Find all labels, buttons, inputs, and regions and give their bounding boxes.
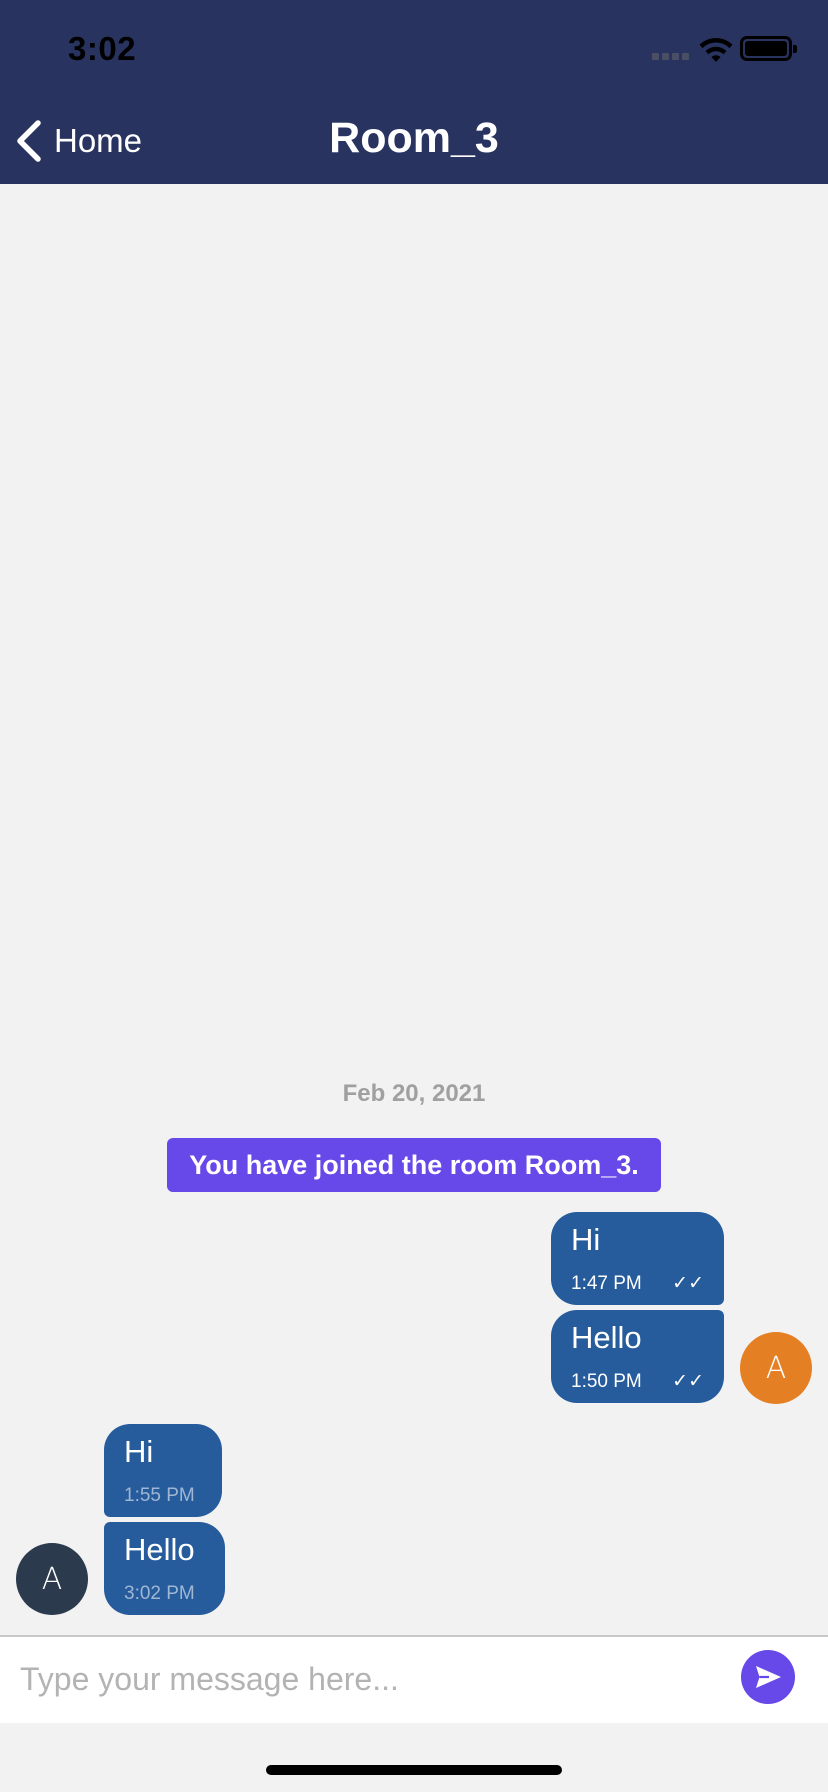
home-indicator[interactable] [266,1765,562,1775]
message-bubble-incoming[interactable]: Hello 3:02 PM [104,1522,225,1615]
send-icon [756,1666,781,1688]
message-bubble-outgoing[interactable]: Hello 1:50 PM ✓✓ [551,1310,724,1403]
message-text: Hi [124,1434,154,1469]
wifi-icon [699,38,733,62]
message-text: Hello [571,1320,642,1355]
message-bubble-outgoing[interactable]: Hi 1:47 PM ✓✓ [551,1212,724,1305]
status-time: 3:02 [68,30,137,67]
read-receipt-icon: ✓✓ [672,1273,704,1294]
message-time: 1:47 PM [571,1273,642,1294]
message-time: 3:02 PM [124,1583,195,1604]
read-receipt-icon: ✓✓ [672,1371,704,1392]
message-text: Hello [124,1532,195,1567]
send-button[interactable] [741,1650,795,1704]
date-separator: Feb 20, 2021 [342,1080,486,1107]
message-bubble-incoming[interactable]: Hi 1:55 PM [104,1424,222,1517]
system-message: You have joined the room Room_3. [167,1138,661,1192]
message-time: 1:55 PM [124,1485,195,1506]
page-title: Room_3 [329,114,499,162]
message-input[interactable] [20,1649,710,1709]
app-header: 3:02 Home Room_3 [0,0,828,184]
avatar-self[interactable]: A [740,1332,812,1404]
battery-icon [740,36,797,61]
message-time: 1:50 PM [571,1371,642,1392]
avatar-other-user[interactable]: A [16,1543,88,1615]
message-composer [0,1635,828,1723]
message-text: Hi [571,1222,601,1257]
cellular-signal-icon [652,53,689,60]
